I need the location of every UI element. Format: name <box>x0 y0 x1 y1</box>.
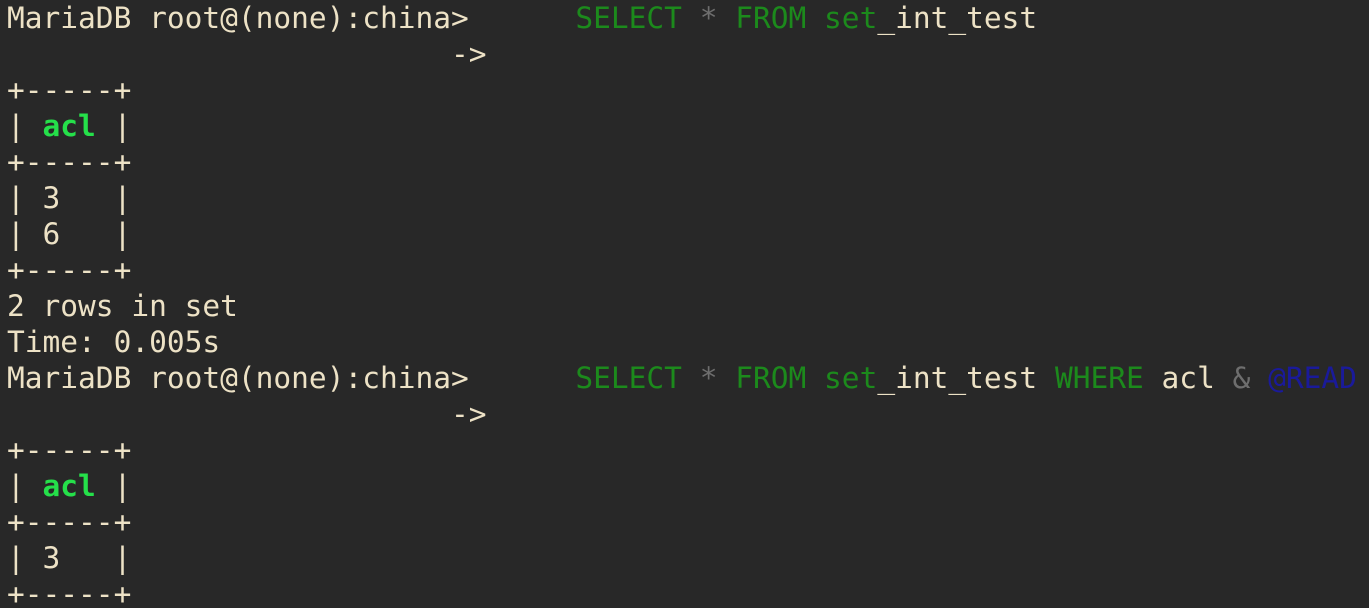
sql-table-name: _int_test <box>877 361 1038 395</box>
continuation-line: -> <box>7 396 1369 432</box>
continuation-line: -> <box>7 36 1369 72</box>
table-border: +-----+ <box>7 253 132 287</box>
continuation-prompt: -> <box>451 37 487 71</box>
continuation-prompt: -> <box>451 397 487 431</box>
sql-keyword-set: set <box>824 361 878 395</box>
shell-prompt: MariaDB root@(none):china> <box>7 361 469 395</box>
table-header-row: | acl | <box>7 469 132 503</box>
sql-keyword-select: SELECT <box>575 1 682 35</box>
sql-keyword-from: FROM <box>735 1 807 35</box>
sql-keyword-from: FROM <box>735 361 807 395</box>
table-border: +-----+ <box>7 433 132 467</box>
command-line: MariaDB root@(none):china> SELECT * FROM… <box>7 360 1369 396</box>
table-cell: 6 <box>42 217 61 251</box>
table-cell: 3 <box>42 541 61 575</box>
command-line: MariaDB root@(none):china> SELECT * FROM… <box>7 0 1369 36</box>
sql-keyword-set: set <box>824 1 878 35</box>
sql-operator: & <box>1232 361 1251 395</box>
table-row: | 3 | <box>7 181 132 215</box>
table-header-row: | acl | <box>7 109 132 143</box>
sql-keyword-where: WHERE <box>1054 361 1144 395</box>
table-cell: 3 <box>42 181 61 215</box>
query-time: Time: 0.005s <box>7 325 221 359</box>
sql-keyword-select: SELECT <box>575 361 682 395</box>
sql-variable: @READ <box>1268 361 1357 395</box>
column-header: acl <box>42 469 96 503</box>
table-border: +-----+ <box>7 73 132 107</box>
sql-star: * <box>699 1 718 35</box>
table-border: +-----+ <box>7 577 132 608</box>
table-row: | 3 | <box>7 541 132 575</box>
terminal-window[interactable]: MariaDB root@(none):china> SELECT * FROM… <box>0 0 1369 608</box>
sql-table-name: _int_test <box>877 1 1038 35</box>
row-count: 2 rows in set <box>7 289 238 323</box>
shell-prompt: MariaDB root@(none):china> <box>7 1 469 35</box>
table-row: | 6 | <box>7 217 132 251</box>
column-header: acl <box>42 109 96 143</box>
table-border: +-----+ <box>7 145 132 179</box>
sql-column: acl <box>1161 361 1215 395</box>
table-border: +-----+ <box>7 505 132 539</box>
sql-star: * <box>699 361 718 395</box>
